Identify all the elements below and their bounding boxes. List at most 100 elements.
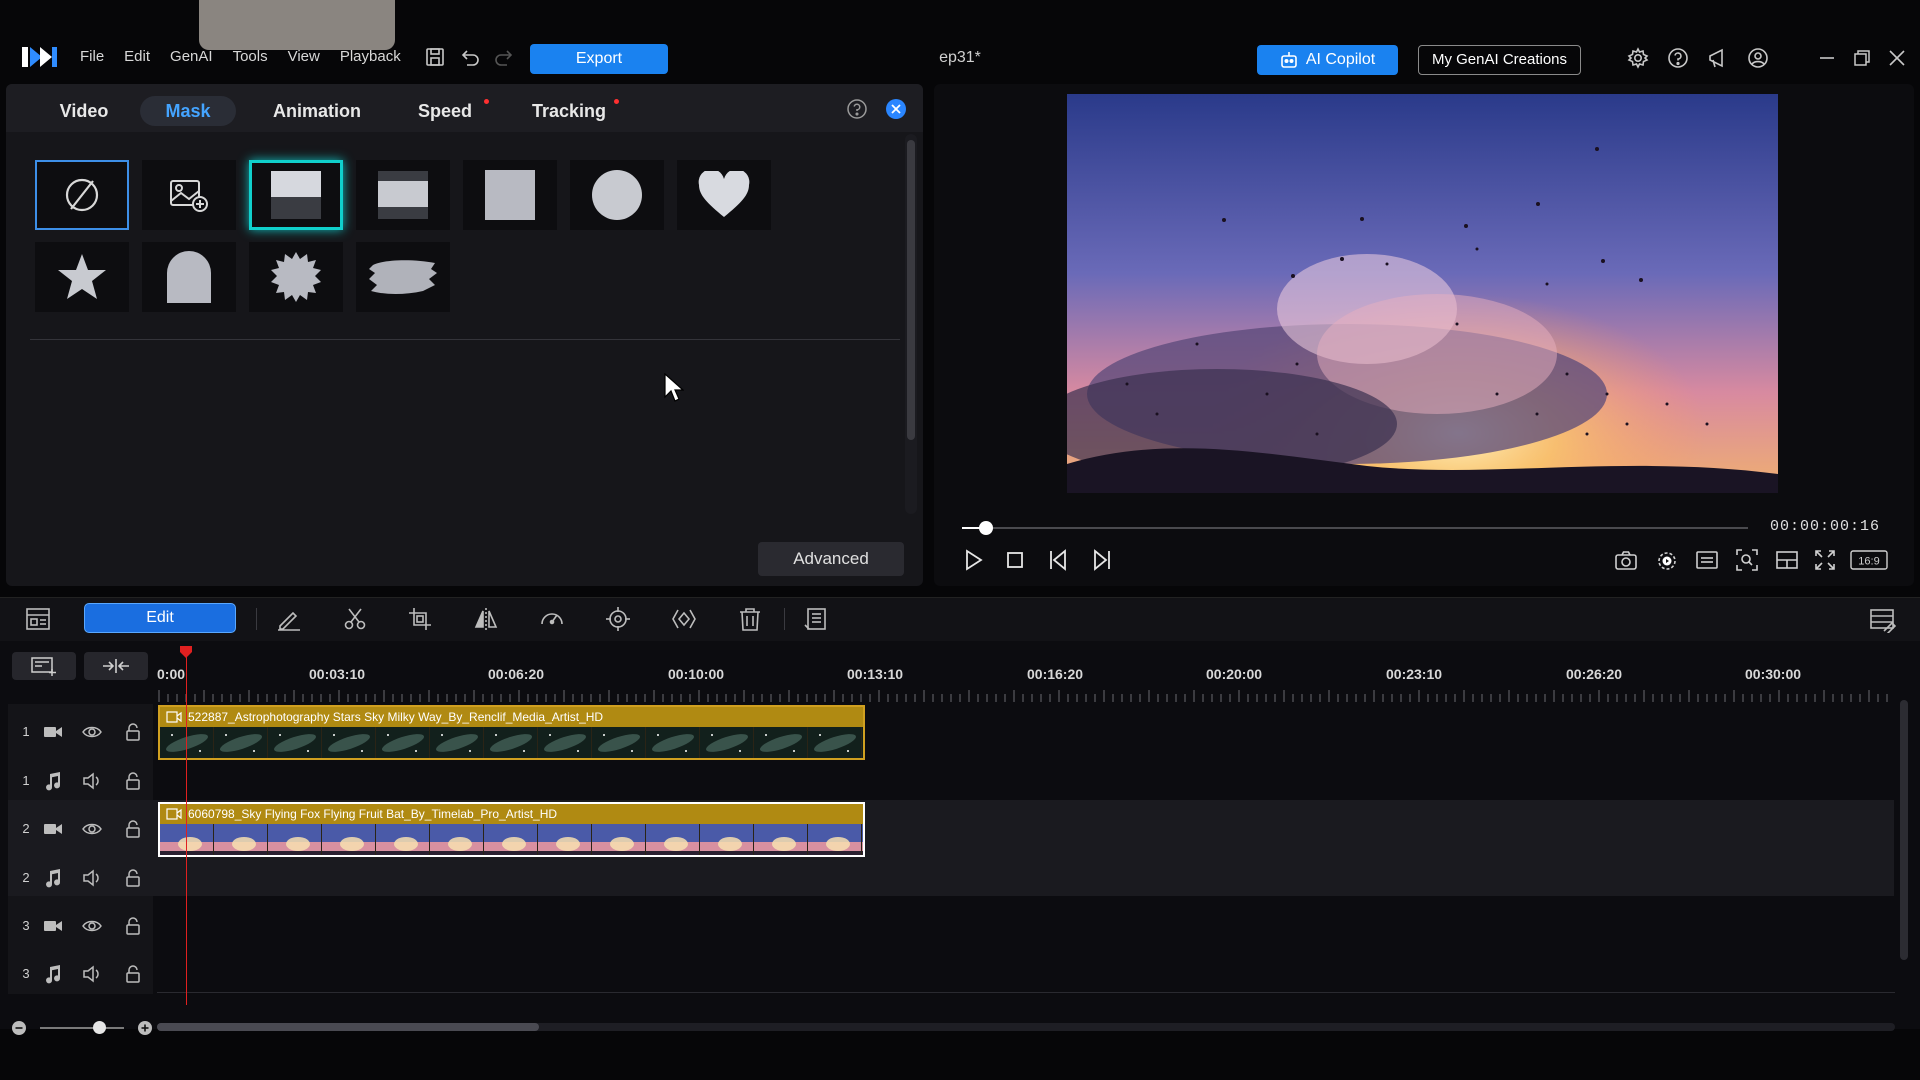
zoom-out-icon[interactable] — [11, 1020, 27, 1036]
minimize-icon[interactable] — [1816, 47, 1840, 71]
mask-gradient-top-tile[interactable] — [249, 160, 343, 230]
visibility-eye-icon[interactable] — [81, 915, 103, 937]
delete-trash-icon[interactable] — [736, 605, 764, 633]
lock-icon[interactable] — [122, 770, 144, 792]
lock-icon[interactable] — [122, 963, 144, 985]
arch-mask-icon — [165, 251, 213, 303]
dock-undock-icon[interactable] — [1774, 547, 1800, 573]
settings-gear-icon[interactable] — [1627, 47, 1651, 71]
next-frame-icon[interactable] — [1088, 547, 1114, 573]
mask-brush-tile[interactable] — [356, 242, 450, 312]
seek-bar-track[interactable] — [962, 527, 1748, 529]
fullscreen-icon[interactable] — [1812, 547, 1838, 573]
keyframe-icon[interactable] — [670, 605, 698, 633]
account-user-icon[interactable] — [1747, 47, 1771, 71]
track-row-video-3[interactable] — [8, 902, 1894, 950]
zoom-in-icon[interactable] — [137, 1020, 153, 1036]
edit-button[interactable]: Edit — [84, 603, 236, 633]
export-button[interactable]: Export — [530, 44, 668, 74]
attributes-list-icon[interactable] — [802, 605, 830, 633]
lock-icon[interactable] — [122, 915, 144, 937]
tab-video[interactable]: Video — [38, 96, 130, 126]
speed-gauge-icon[interactable] — [538, 605, 566, 633]
fit-timeline-button[interactable] — [84, 652, 148, 680]
track-row-audio-3[interactable] — [8, 950, 1894, 998]
stop-icon[interactable] — [1002, 547, 1028, 573]
panel-close-icon[interactable] — [885, 98, 907, 120]
play-icon[interactable] — [960, 547, 986, 573]
zoom-preview-icon[interactable] — [1734, 547, 1760, 573]
playhead-marker-icon[interactable] — [179, 645, 193, 659]
lock-icon[interactable] — [122, 721, 144, 743]
mask-rectangle-tile[interactable] — [463, 160, 557, 230]
mask-star-tile[interactable] — [35, 242, 129, 312]
speaker-volume-icon[interactable] — [81, 867, 103, 889]
lock-icon[interactable] — [122, 818, 144, 840]
split-scissors-icon[interactable] — [341, 605, 369, 633]
mask-burst-tile[interactable] — [249, 242, 343, 312]
menu-playback[interactable]: Playback — [330, 46, 411, 68]
project-title: ep31* — [939, 49, 981, 66]
storyboard-view-icon[interactable] — [24, 605, 52, 633]
save-icon[interactable] — [424, 46, 448, 70]
track-manager-button[interactable] — [12, 652, 76, 680]
my-genai-creations-button[interactable]: My GenAI Creations — [1418, 45, 1581, 75]
mask-heart-tile[interactable] — [677, 160, 771, 230]
previous-frame-icon[interactable] — [1046, 547, 1072, 573]
speaker-volume-icon[interactable] — [81, 963, 103, 985]
mask-arch-tile[interactable] — [142, 242, 236, 312]
menu-genai[interactable]: GenAI — [160, 46, 223, 68]
mask-none-tile[interactable] — [35, 160, 129, 230]
ruler-label: 0:00 — [157, 666, 186, 682]
app-logo-icon[interactable] — [22, 44, 58, 70]
playback-quality-icon[interactable] — [1655, 547, 1681, 573]
preview-video-frame[interactable] — [1067, 94, 1778, 493]
visibility-eye-icon[interactable] — [81, 818, 103, 840]
panel-scrollbar-thumb[interactable] — [907, 140, 915, 440]
flip-mirror-icon[interactable] — [472, 605, 500, 633]
clip-thumbnails — [160, 824, 863, 855]
close-window-icon[interactable] — [1886, 47, 1910, 71]
timeline-settings-icon[interactable] — [1868, 605, 1896, 633]
ruler-label: 00:26:20 — [1566, 666, 1623, 682]
track-row-audio-2[interactable] — [8, 862, 1894, 896]
redo-icon[interactable] — [493, 46, 517, 70]
menu-file[interactable]: File — [70, 46, 114, 68]
mask-circle-tile[interactable] — [570, 160, 664, 230]
lock-icon[interactable] — [122, 867, 144, 889]
undo-icon[interactable] — [459, 46, 483, 70]
seek-bar-handle[interactable] — [978, 521, 993, 535]
speaker-volume-icon[interactable] — [81, 770, 103, 792]
panel-help-icon[interactable] — [846, 98, 868, 120]
timeline-vertical-scrollbar[interactable] — [1900, 700, 1908, 960]
menu-tools[interactable]: Tools — [223, 46, 278, 68]
motion-tracking-icon[interactable] — [604, 605, 632, 633]
visibility-eye-icon[interactable] — [81, 721, 103, 743]
clip-video-icon — [166, 808, 182, 820]
tab-speed[interactable]: Speed — [400, 96, 490, 126]
video-clip[interactable]: 6060798_Sky Flying Fox Flying Fruit Bat_… — [158, 802, 865, 857]
tab-animation[interactable]: Animation — [252, 96, 382, 126]
tab-tracking[interactable]: Tracking — [514, 96, 624, 126]
menu-edit[interactable]: Edit — [114, 46, 160, 68]
video-clip[interactable]: 522887_Astrophotography Stars Sky Milky … — [158, 705, 865, 760]
mask-image-tile[interactable] — [142, 160, 236, 230]
zoom-slider-handle[interactable] — [93, 1021, 106, 1034]
snapshot-camera-icon[interactable] — [1613, 547, 1639, 573]
ai-copilot-button[interactable]: AI Copilot — [1257, 45, 1398, 75]
aspect-ratio-button[interactable]: 16:9 — [1850, 550, 1888, 570]
zoom-slider-track[interactable] — [40, 1027, 124, 1029]
help-circle-icon[interactable] — [1667, 47, 1691, 71]
restore-window-icon[interactable] — [1851, 47, 1875, 71]
track-row-audio-1[interactable] — [8, 757, 1894, 805]
mask-gradient-band-tile[interactable] — [356, 160, 450, 230]
subtitles-icon[interactable] — [1694, 547, 1720, 573]
advanced-button[interactable]: Advanced — [758, 542, 904, 576]
feedback-megaphone-icon[interactable] — [1707, 47, 1731, 71]
tab-mask[interactable]: Mask — [140, 96, 236, 126]
timeline-horizontal-scrollbar-thumb[interactable] — [157, 1023, 539, 1031]
crop-icon[interactable] — [406, 605, 434, 633]
pen-edit-icon[interactable] — [275, 605, 303, 633]
audio-note-icon — [42, 770, 64, 792]
menu-view[interactable]: View — [278, 46, 330, 68]
